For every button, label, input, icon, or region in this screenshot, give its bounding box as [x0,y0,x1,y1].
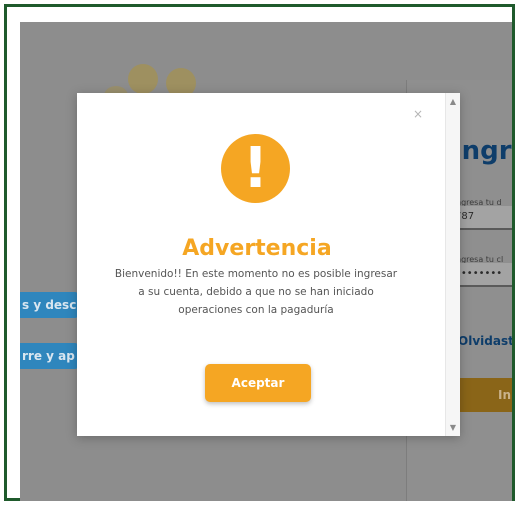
logo-blob [128,64,158,94]
password-input[interactable]: •••••••• [452,263,512,287]
dialog-message: Bienvenido!! En este momento no es posib… [114,268,398,316]
accept-button[interactable]: Aceptar [205,364,311,402]
dialog-title: Advertencia [182,236,332,261]
login-title: Ingres [452,136,512,166]
exclamation-icon: ! [221,134,290,203]
background-banner-1: s y desc [20,292,78,318]
warning-dialog: × ▲ ▼ ! Advertencia Bienvenido!! En este… [77,93,460,436]
document-input[interactable]: 787 [452,206,512,230]
dialog-scrollbar[interactable]: ▲ ▼ [445,93,460,436]
forgot-password-link[interactable]: Olvidaste [458,334,512,348]
scroll-up-icon[interactable]: ▲ [446,97,460,106]
scroll-down-icon[interactable]: ▼ [446,423,460,432]
login-button[interactable]: In [460,378,512,412]
background-banner-2: rre y ap [20,343,78,369]
close-icon[interactable]: × [413,107,423,121]
